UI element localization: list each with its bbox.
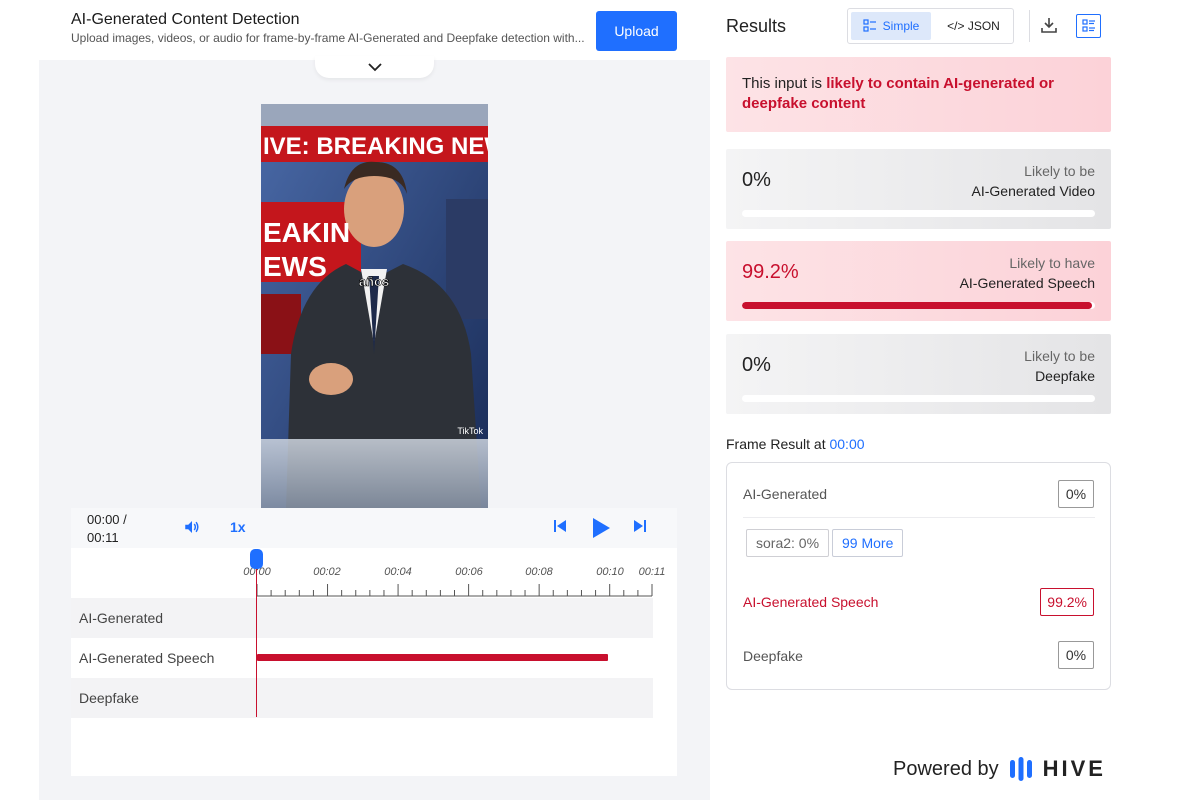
model-chip: sora2: 0% <box>746 529 830 557</box>
card-bar-track <box>742 302 1095 309</box>
view-toggle: Simple </> JSON <box>847 8 1014 44</box>
frame-result-panel: AI-Generated 0% sora2: 0% 99 More AI-Gen… <box>726 462 1111 690</box>
brand-name: HIVE <box>1042 756 1106 781</box>
page-subtitle: Upload images, videos, or audio for fram… <box>71 31 585 45</box>
upload-button[interactable]: Upload <box>596 11 677 51</box>
results-title: Results <box>726 16 787 36</box>
verdict-banner: This input is likely to contain AI-gener… <box>726 57 1111 132</box>
chevron-down-icon <box>367 62 382 71</box>
skip-back-icon <box>554 520 566 532</box>
playback-speed[interactable]: 1x <box>230 519 246 535</box>
timeline-ruler[interactable]: 00:00 00:02 00:04 00:06 00:08 00:10 00:1… <box>71 548 677 598</box>
more-models-button[interactable]: 99 More <box>832 529 904 557</box>
view-json-button[interactable]: </> JSON <box>936 12 1011 40</box>
layout-icon <box>1081 19 1095 32</box>
card-percent: 0% <box>742 354 771 376</box>
separator <box>743 517 1095 518</box>
view-simple-button[interactable]: Simple <box>851 12 931 40</box>
page-title: AI-Generated Content Detection <box>71 11 300 28</box>
video-side-text-1: EAKIN <box>263 217 350 248</box>
volume-button[interactable] <box>183 518 201 536</box>
play-icon <box>593 518 610 538</box>
video-side-text-2: EWS <box>263 251 327 282</box>
card-line-2: Deepfake <box>1035 368 1095 384</box>
volume-icon <box>185 521 199 533</box>
card-percent: 99.2% <box>742 261 799 283</box>
toolbar-divider <box>1029 10 1030 42</box>
card-line-1: Likely to be <box>1024 163 1095 179</box>
card-bar-track <box>742 395 1095 402</box>
time-total: 00:11 <box>87 530 119 545</box>
skip-back-button[interactable] <box>552 518 568 534</box>
card-deepfake: 0% Likely to be Deepfake <box>726 334 1111 414</box>
card-ai-speech: 99.2% Likely to have AI-Generated Speech <box>726 241 1111 321</box>
card-bar-fill <box>742 302 1093 309</box>
card-line-2: AI-Generated Speech <box>959 275 1095 291</box>
verdict-prefix: This input is <box>742 75 827 92</box>
timeline-tracks: AI-Generated AI-Generated Speech Deepfak… <box>71 598 653 718</box>
skip-forward-icon <box>634 520 646 532</box>
frame-deepfake-value: 0% <box>1058 641 1094 669</box>
list-view-icon <box>863 19 876 32</box>
video-preview[interactable]: IVE: BREAKING NEW EAKIN EWS años TikTok <box>261 104 488 508</box>
play-button[interactable] <box>590 516 612 540</box>
collapse-toggle[interactable] <box>315 56 434 78</box>
frame-time: 00:00 <box>829 436 865 452</box>
time-current: 00:00 / <box>87 512 127 527</box>
card-ai-video: 0% Likely to be AI-Generated Video <box>726 149 1111 229</box>
video-player: 00:00 / 00:11 1x 00:00 00:02 00:04 00:06… <box>71 508 677 776</box>
tiktok-watermark: TikTok <box>457 426 483 436</box>
frame-speech-value: 99.2% <box>1040 588 1094 616</box>
download-icon <box>1041 18 1057 33</box>
frame-result-label: Frame Result at 00:00 <box>726 436 865 452</box>
card-line-2: AI-Generated Video <box>971 183 1096 199</box>
download-button[interactable] <box>1040 16 1058 39</box>
top-bar: AI-Generated Content Detection Upload im… <box>39 0 710 60</box>
frame-ai-value: 0% <box>1058 480 1094 508</box>
video-caption: años <box>359 274 389 289</box>
frame-deepfake-label: Deepfake <box>743 648 803 664</box>
timeline-ticks <box>256 584 653 597</box>
card-bar-track <box>742 210 1095 217</box>
app-root: AI-Generated Content Detection Upload im… <box>0 0 1200 800</box>
track-deepfake: Deepfake <box>71 678 653 718</box>
card-percent: 0% <box>742 169 771 191</box>
frame-label-text: Frame Result at <box>726 436 830 452</box>
layout-button[interactable] <box>1076 14 1101 38</box>
left-panel: AI-Generated Content Detection Upload im… <box>39 0 710 800</box>
card-line-1: Likely to be <box>1024 348 1095 364</box>
frame-speech-label: AI-Generated Speech <box>743 594 879 610</box>
powered-by-text: Powered by <box>893 757 999 780</box>
time-display: 00:00 / 00:11 <box>87 511 127 547</box>
hive-logo-icon <box>1009 757 1032 781</box>
powered-by: Powered by HIVE <box>893 756 1106 782</box>
speech-detection-bar <box>257 654 608 661</box>
playhead-handle[interactable] <box>250 549 263 569</box>
video-frame: IVE: BREAKING NEW EAKIN EWS años TikTok <box>261 104 488 508</box>
skip-forward-button[interactable] <box>632 518 648 534</box>
view-simple-label: Simple <box>882 19 920 33</box>
playhead-line <box>256 563 257 717</box>
frame-ai-label: AI-Generated <box>743 486 828 502</box>
video-banner-text: IVE: BREAKING NEW <box>263 133 488 160</box>
player-controls: 00:00 / 00:11 1x <box>71 508 677 548</box>
card-line-1: Likely to have <box>1009 255 1095 271</box>
track-ai-generated: AI-Generated <box>71 598 653 638</box>
